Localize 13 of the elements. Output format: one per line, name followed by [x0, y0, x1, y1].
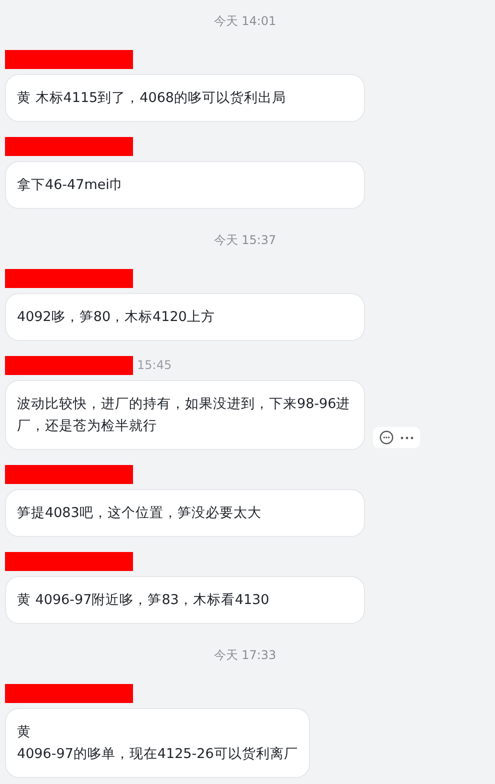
message-bubble: 拿下46-47mei巾: [5, 161, 365, 209]
timestamp: 今天 15:37: [214, 232, 276, 248]
message-bubble: 4092哆，笋80，木标4120上方: [5, 293, 365, 341]
message-bubble: 黄 4096-97附近哆，笋83，木标看4130: [5, 576, 365, 624]
more-icon[interactable]: [400, 436, 414, 440]
message-bubble: 笋提4083吧，这个位置，笋没必要太大: [5, 489, 365, 537]
message-bubble: 波动比较快，进厂的持有，如果没进到，下来98-96进厂，还是苍为检半就行: [5, 380, 365, 450]
message-bubble: 黄 木标4115到了，4068的哆可以货利出局: [5, 74, 365, 122]
comment-icon[interactable]: [379, 430, 394, 445]
message-time: 15:45: [137, 358, 172, 372]
timestamp: 今天 17:33: [214, 647, 276, 663]
timestamp: 今天 14:01: [214, 13, 276, 29]
message-bubble: 黄 4096-97的哆单，现在4125-26可以货利离厂: [5, 708, 310, 778]
